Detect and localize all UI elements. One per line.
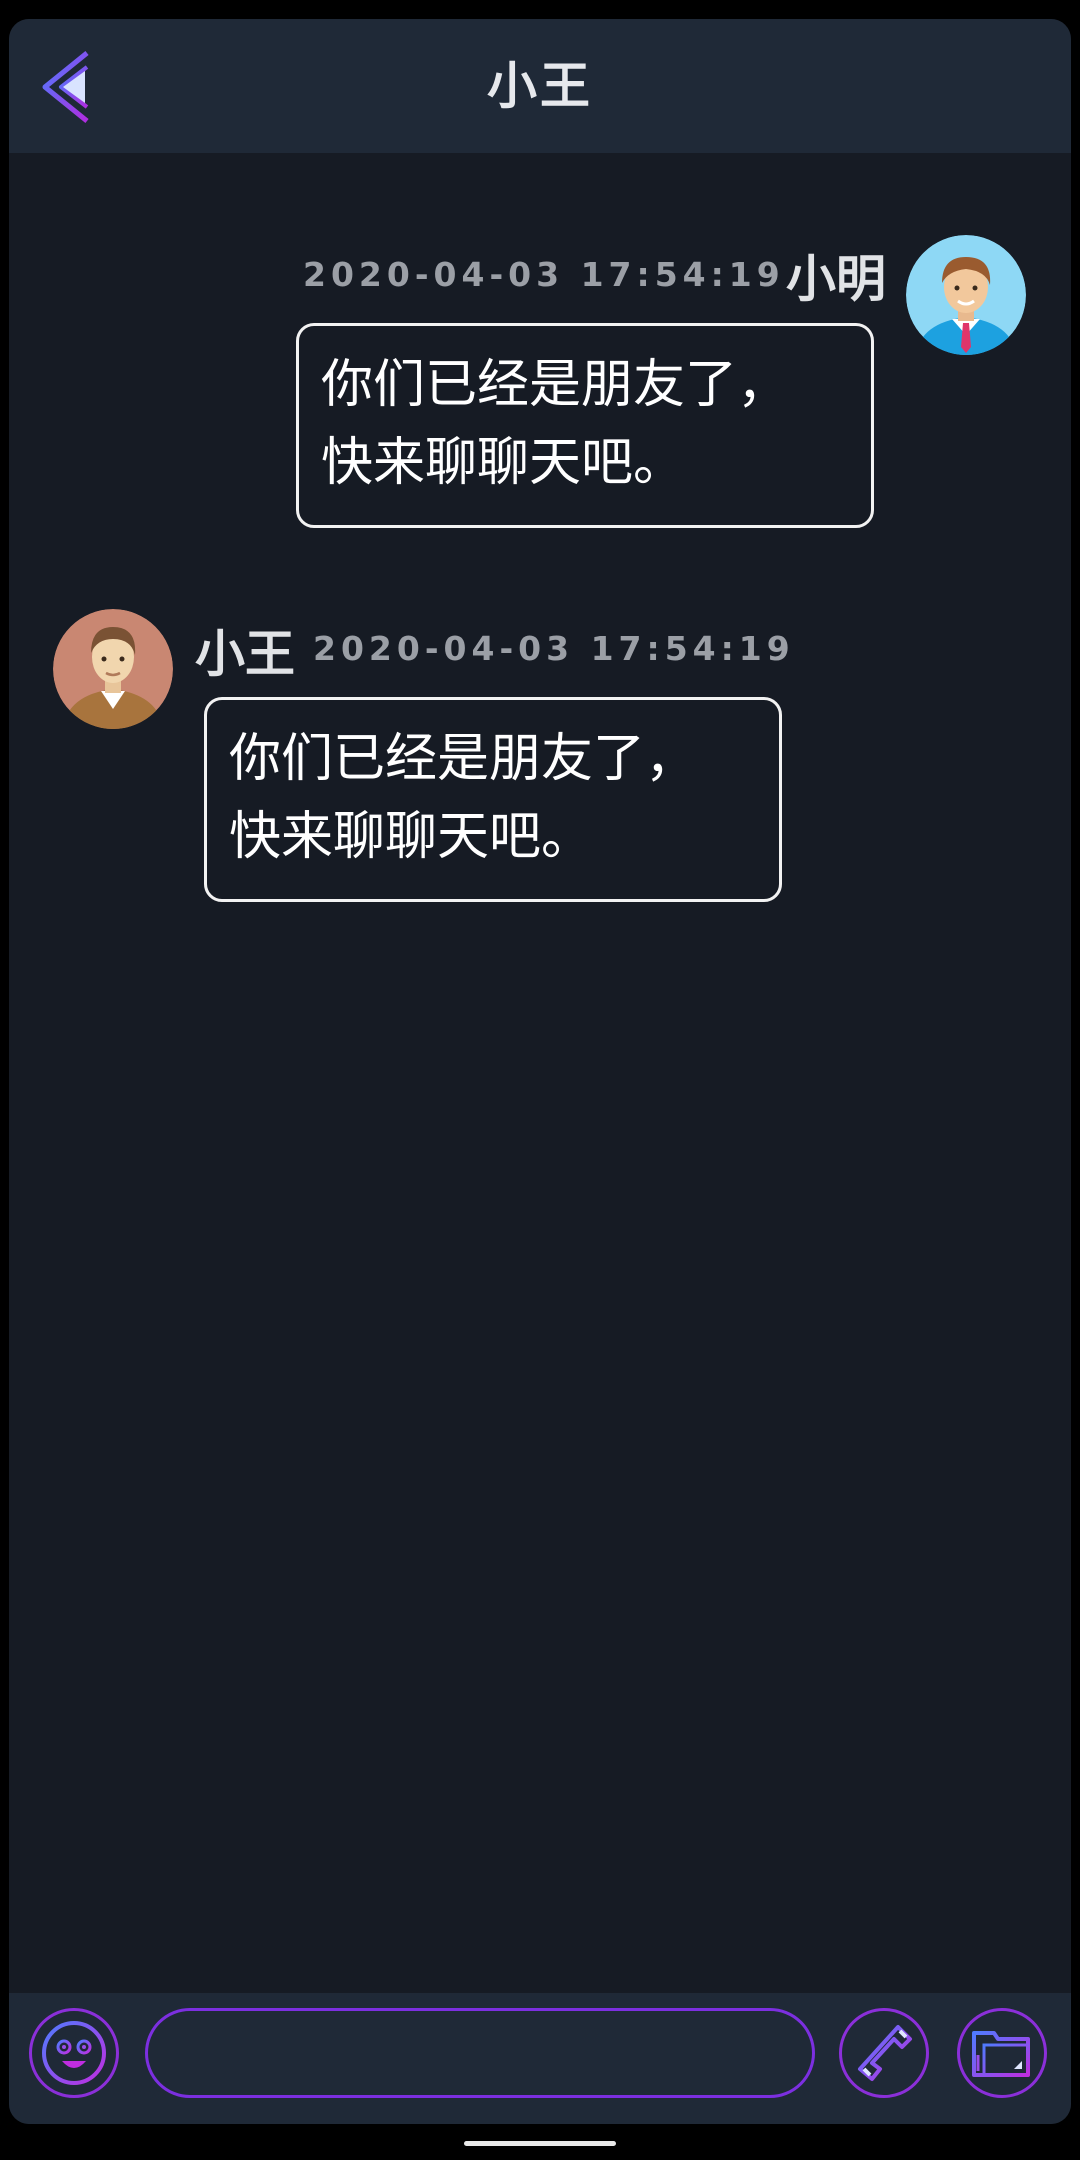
emoji-icon (42, 2021, 106, 2085)
chat-screen: 小王 2020-04-03 17:54:19 小明 你们已经是朋友了， 快来聊聊… (9, 19, 1071, 2124)
message-input[interactable] (145, 2008, 815, 2098)
home-indicator[interactable] (464, 2141, 616, 2146)
avatar[interactable] (906, 235, 1026, 355)
phone-icon (858, 2025, 912, 2081)
folder-button[interactable] (957, 2008, 1047, 2098)
message-sender-name: 小王 (195, 625, 295, 683)
message-timestamp: 2020-04-03 17:54:19 (303, 255, 785, 294)
avatar[interactable] (53, 609, 173, 729)
call-button[interactable] (839, 2008, 929, 2098)
male-avatar-blue-icon (906, 235, 1026, 355)
male-avatar-brown-icon (53, 609, 173, 729)
emoji-button[interactable] (29, 2008, 119, 2098)
message-bubble[interactable]: 你们已经是朋友了， 快来聊聊天吧。 (296, 323, 874, 528)
message-sender-name: 小明 (786, 250, 886, 308)
page-title: 小王 (487, 57, 593, 115)
input-bar (9, 1993, 1071, 2124)
folder-icon (972, 2031, 1030, 2077)
header-bar: 小王 (9, 19, 1071, 153)
message-bubble[interactable]: 你们已经是朋友了， 快来聊聊天吧。 (204, 697, 782, 902)
message-timestamp: 2020-04-03 17:54:19 (313, 629, 795, 668)
